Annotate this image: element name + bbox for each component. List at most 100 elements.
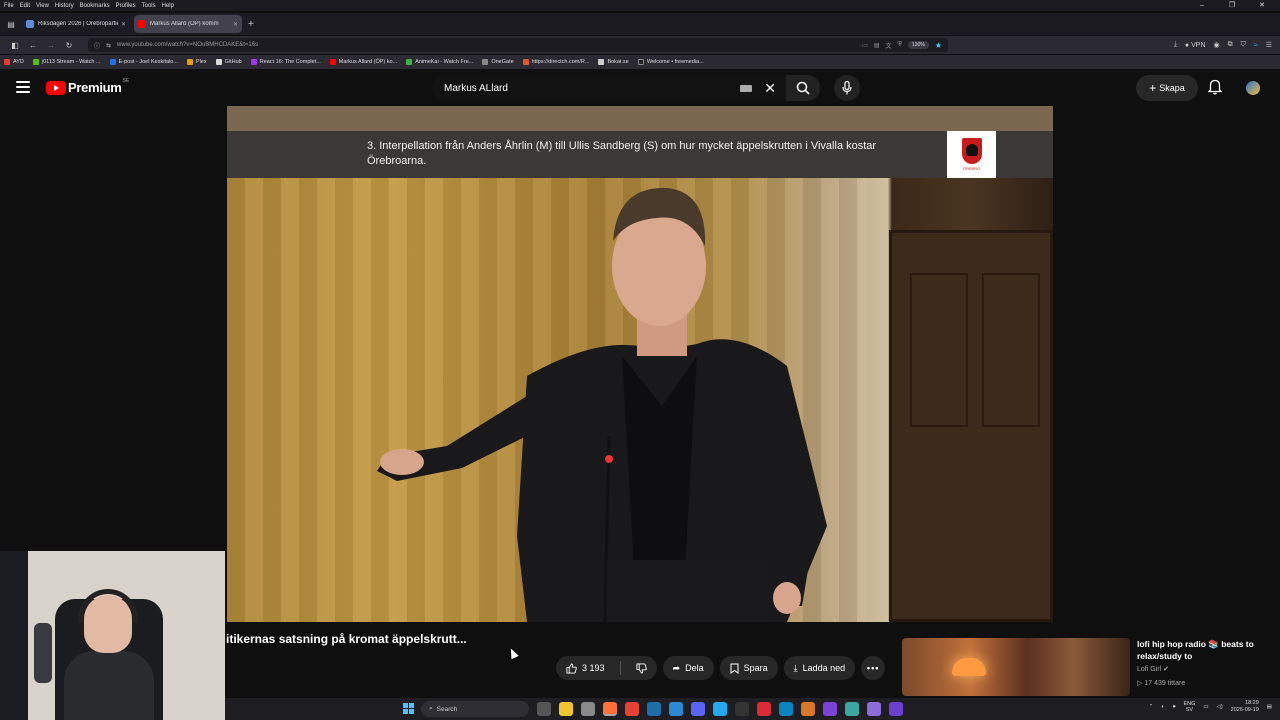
reader-view-icon[interactable]: ▤: [874, 42, 880, 49]
minimize-button[interactable]: –: [1190, 0, 1214, 11]
permissions-icon[interactable]: ⇆: [106, 42, 111, 49]
shield-icon[interactable]: ⛉: [1241, 41, 1246, 49]
more-actions-button[interactable]: •••: [861, 656, 886, 680]
search-input[interactable]: Markus ALlard ✕: [432, 75, 786, 101]
download-button[interactable]: ⤓ Ladda ned: [783, 656, 856, 680]
bookmark-favicon: [482, 59, 489, 65]
keyboard-icon[interactable]: [740, 84, 753, 92]
bookmark-item[interactable]: Welcome • freemedia...: [637, 59, 704, 65]
voice-search-button[interactable]: [834, 75, 860, 101]
share-button[interactable]: ➦ Dela: [662, 656, 714, 680]
new-tab-button[interactable]: +: [248, 19, 254, 30]
edge-icon[interactable]: [669, 702, 683, 716]
recommended-video-thumbnail[interactable]: [902, 638, 1130, 696]
tray-chevron-icon[interactable]: ⌃: [1149, 704, 1154, 710]
bookmark-item[interactable]: OneGate: [482, 59, 514, 65]
forward-icon[interactable]: →: [42, 41, 60, 50]
discord-icon[interactable]: [691, 702, 705, 716]
search-button[interactable]: [786, 75, 820, 101]
bookmark-label: OneGate: [491, 59, 514, 65]
taskbar-search-input[interactable]: ⌕ Search: [421, 701, 529, 717]
menu-bookmarks[interactable]: Bookmarks: [80, 3, 110, 9]
translate-icon[interactable]: 文: [886, 41, 892, 50]
bookmark-item[interactable]: Bokat.se: [598, 59, 629, 65]
bookmark-item[interactable]: Plex: [186, 59, 207, 65]
reload-icon[interactable]: ↻: [60, 41, 78, 50]
bookmark-item[interactable]: j0113 Stream - Watch ...: [32, 59, 101, 65]
menu-icon[interactable]: ☰: [1266, 41, 1272, 49]
maximize-button[interactable]: ❐: [1220, 0, 1244, 11]
menu-history[interactable]: History: [55, 3, 74, 9]
volume-icon[interactable]: ◁): [1217, 704, 1223, 710]
streaming-microphone: [34, 623, 52, 683]
menu-edit[interactable]: Edit: [20, 3, 30, 9]
close-window-button[interactable]: ✕: [1250, 0, 1274, 11]
app-pen-icon[interactable]: [845, 702, 859, 716]
app-red-icon[interactable]: [757, 702, 771, 716]
app-gear-icon[interactable]: [779, 702, 793, 716]
clock[interactable]: 18:29 2026-09-19: [1231, 700, 1259, 714]
menu-file[interactable]: File: [4, 3, 14, 9]
bookmark-item[interactable]: GitHub: [215, 59, 242, 65]
notification-center-icon[interactable]: ▤: [1267, 704, 1272, 710]
tab-markus-allard[interactable]: Markus Allard (ÖP) komm ✕: [134, 15, 242, 33]
like-button[interactable]: 3 193: [556, 656, 657, 680]
video-actions: 3 193 ➦ Dela Spara ⤓ Ladda ned •••: [556, 656, 886, 680]
menu-help[interactable]: Help: [162, 3, 174, 9]
notifications-bell-icon[interactable]: [1207, 79, 1223, 100]
language-bottom: SV: [1185, 707, 1194, 713]
clear-search-icon[interactable]: ✕: [764, 80, 776, 97]
bookmark-item[interactable]: AYD: [4, 59, 24, 65]
sidebar-icon[interactable]: ◧: [6, 41, 24, 50]
back-icon[interactable]: ←: [24, 41, 42, 50]
task-view-icon[interactable]: [537, 702, 551, 716]
menu-view[interactable]: View: [36, 3, 49, 9]
bookmark-item[interactable]: E-post - Joel Keskitalo...: [109, 59, 178, 65]
app-orange-icon[interactable]: [801, 702, 815, 716]
vscode-icon[interactable]: [713, 702, 727, 716]
tray-app-icon[interactable]: ◐: [1161, 704, 1164, 710]
video-player[interactable]: 3. Interpellation från Anders Åhrlin (M)…: [227, 106, 1053, 622]
youtube-premium-logo[interactable]: Premium SE: [46, 78, 129, 95]
zoom-level[interactable]: 130%: [908, 41, 929, 49]
account-icon[interactable]: ◉: [1214, 41, 1220, 49]
extensions-icon[interactable]: ⧉: [1228, 41, 1233, 49]
avatar[interactable]: [1246, 81, 1260, 95]
steam-icon[interactable]: [647, 702, 661, 716]
vpn-button[interactable]: ● VPN: [1185, 42, 1206, 49]
settings-icon[interactable]: [581, 702, 595, 716]
tab-close-icon[interactable]: ✕: [121, 21, 126, 28]
thumbs-down-icon[interactable]: [635, 662, 647, 674]
network-icon[interactable]: ▭: [1203, 704, 1208, 710]
app-character-icon[interactable]: [867, 702, 881, 716]
app-purple-icon[interactable]: [823, 702, 837, 716]
save-button[interactable]: Spara: [719, 656, 778, 680]
bookmark-item[interactable]: https://directch.com/R...: [522, 59, 589, 65]
bookmark-star-icon[interactable]: ★: [935, 41, 942, 50]
tracking-protection-icon[interactable]: ⛨: [898, 42, 903, 49]
tab-close-icon[interactable]: ✕: [233, 21, 238, 28]
terminal-icon[interactable]: [735, 702, 749, 716]
downloads-icon[interactable]: ⤓: [1174, 41, 1177, 49]
windows-start-icon[interactable]: [403, 703, 414, 714]
bookmark-item[interactable]: React 16: The Complet...: [250, 59, 321, 65]
tab-riksdagen[interactable]: Riksdagen 2026 | Örebropartiet ✕: [22, 15, 130, 33]
firefox-icon[interactable]: [603, 702, 617, 716]
tab-list-icon[interactable]: ▤: [4, 17, 18, 31]
app-violet-icon[interactable]: [889, 702, 903, 716]
bookmark-item[interactable]: Markus Allard (ÖP) ko...: [329, 59, 397, 65]
site-info-icon[interactable]: ⓘ: [94, 41, 100, 50]
create-button[interactable]: + Skapa: [1136, 75, 1198, 101]
file-explorer-icon[interactable]: [559, 702, 573, 716]
language-indicator[interactable]: ENG SV: [1183, 701, 1195, 713]
hamburger-menu-icon[interactable]: [16, 81, 30, 93]
menu-tools[interactable]: Tools: [142, 3, 156, 9]
tray-mic-icon[interactable]: ⏺: [1173, 704, 1176, 711]
chrome-icon[interactable]: [625, 702, 639, 716]
address-bar[interactable]: ⓘ ⇆ www.youtube.com/watch?v=NOuBMHCDAKE&…: [88, 38, 948, 52]
bookmark-item[interactable]: AnimeKai - Watch Fre...: [406, 59, 473, 65]
menu-profiles[interactable]: Profiles: [116, 3, 136, 9]
picture-in-picture-icon[interactable]: ▭: [862, 42, 868, 49]
addon-icon[interactable]: ≈: [1254, 42, 1258, 49]
recommended-video-info[interactable]: lofi hip hop radio 📚 beats to relax/stud…: [1137, 638, 1277, 690]
